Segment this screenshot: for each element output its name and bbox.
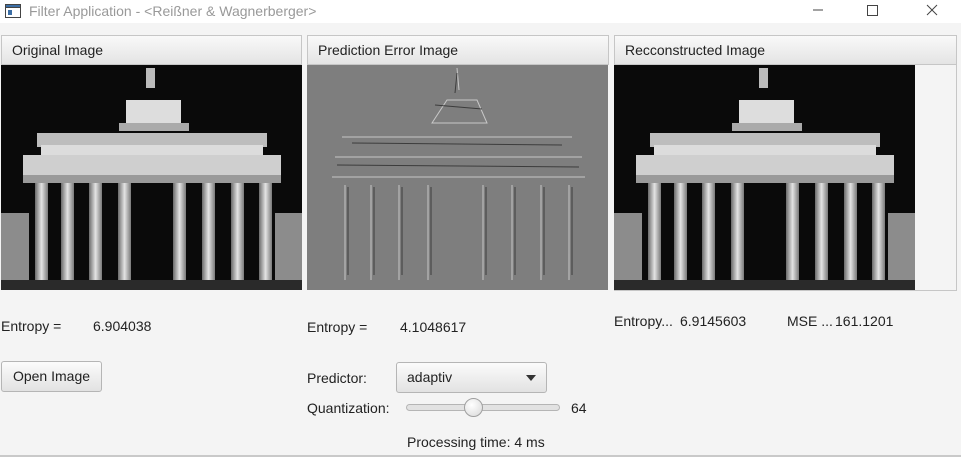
app-window-icon [5, 4, 21, 18]
maximize-icon [866, 3, 878, 21]
reconstructed-entropy-value: 6.9145603 [680, 313, 747, 329]
title-bar: Filter Application - <Reißner & Wagnerbe… [0, 0, 961, 23]
error-entropy-label: Entropy = [307, 319, 368, 335]
reconstructed-image-panel: Recconstructed Image [614, 35, 957, 291]
processing-time: Processing time: 4 ms [407, 434, 545, 450]
mse-value: 161.1201 [835, 313, 894, 329]
prediction-error-header: Prediction Error Image [307, 35, 609, 65]
original-image [1, 65, 302, 290]
reconstructed-image-header: Recconstructed Image [614, 35, 957, 65]
original-image-panel: Original Image [1, 35, 302, 291]
mse-label: MSE ... [787, 313, 833, 329]
original-entropy-value: 6.904038 [93, 318, 152, 334]
reconstructed-entropy-label: Entropy... [614, 313, 673, 329]
prediction-error-image [307, 65, 608, 290]
reconstructed-image [614, 65, 915, 290]
prediction-error-panel: Prediction Error Image [307, 35, 609, 291]
predictor-label: Predictor: [307, 370, 367, 386]
chevron-down-icon [526, 375, 536, 381]
close-icon [926, 3, 938, 21]
open-image-button[interactable]: Open Image [1, 361, 102, 392]
quantization-value: 64 [571, 400, 587, 416]
predictor-selected-value: adaptiv [407, 369, 453, 385]
quantization-label: Quantization: [307, 400, 390, 416]
quantization-slider-thumb[interactable] [464, 398, 484, 417]
minimize-button[interactable] [795, 0, 841, 23]
minimize-icon [812, 3, 824, 21]
window-title: Filter Application - <Reißner & Wagnerbe… [29, 3, 317, 19]
maximize-button[interactable] [849, 0, 895, 23]
original-image-header: Original Image [1, 35, 302, 65]
predictor-select[interactable]: adaptiv [396, 362, 547, 393]
close-button[interactable] [909, 0, 955, 23]
error-entropy-value: 4.1048617 [400, 319, 467, 335]
original-entropy-label: Entropy = [1, 318, 62, 334]
